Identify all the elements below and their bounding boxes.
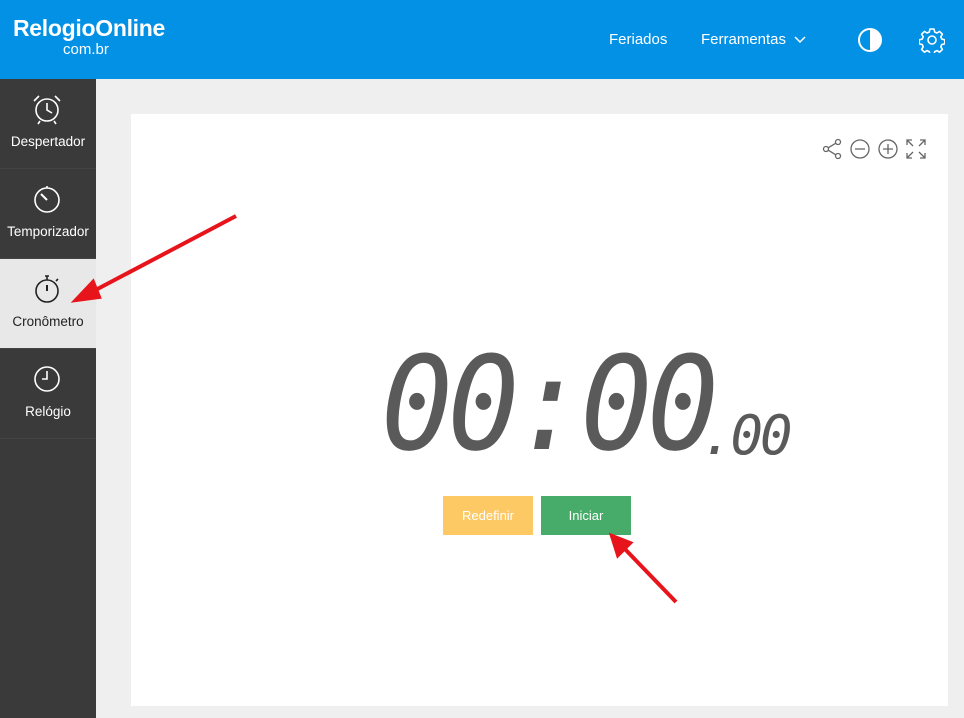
sidebar-item-label: Cronômetro	[12, 314, 84, 329]
sidebar-item-label: Despertador	[10, 134, 86, 149]
logo-main-text: RelogioOnline	[13, 15, 165, 41]
fullscreen-icon[interactable]	[905, 138, 927, 160]
sidebar-item-despertador[interactable]: Despertador	[0, 79, 96, 169]
zoom-in-icon[interactable]	[877, 138, 899, 160]
gear-icon[interactable]	[919, 27, 945, 53]
stopwatch-card: 00:00 .00 Redefinir Iniciar	[131, 114, 948, 706]
timer-icon	[34, 186, 60, 213]
nav-ferramentas-label: Ferramentas	[701, 31, 787, 48]
stopwatch-icon	[35, 275, 59, 303]
nav-ferramentas-menu[interactable]: Ferramentas	[701, 31, 806, 49]
share-icon[interactable]	[821, 138, 843, 160]
sidebar-item-label: Relógio	[25, 404, 71, 419]
nav-feriados-link[interactable]: Feriados	[609, 31, 667, 49]
stopwatch-time: 00:00	[381, 328, 719, 480]
sidebar-item-cronometro[interactable]: Cronômetro	[0, 259, 96, 349]
top-bar: RelogioOnline com.br Feriados Ferramenta…	[0, 0, 964, 79]
sidebar: Despertador Temporizador Cronômetro Reló…	[0, 79, 96, 718]
clock-icon	[34, 366, 60, 392]
contrast-icon[interactable]	[857, 27, 883, 53]
start-button[interactable]: Iniciar	[541, 496, 631, 535]
sidebar-item-temporizador[interactable]: Temporizador	[0, 169, 96, 259]
sidebar-item-relogio[interactable]: Relógio	[0, 349, 96, 439]
stopwatch-hundredths: .00	[701, 404, 793, 467]
logo-sub-text: com.br	[63, 41, 109, 58]
reset-button[interactable]: Redefinir	[443, 496, 533, 535]
site-logo[interactable]: RelogioOnline com.br	[13, 14, 165, 57]
chevron-down-icon	[794, 36, 806, 44]
alarm-clock-icon	[33, 95, 61, 125]
zoom-out-icon[interactable]	[849, 138, 871, 160]
sidebar-item-label: Temporizador	[7, 224, 89, 239]
